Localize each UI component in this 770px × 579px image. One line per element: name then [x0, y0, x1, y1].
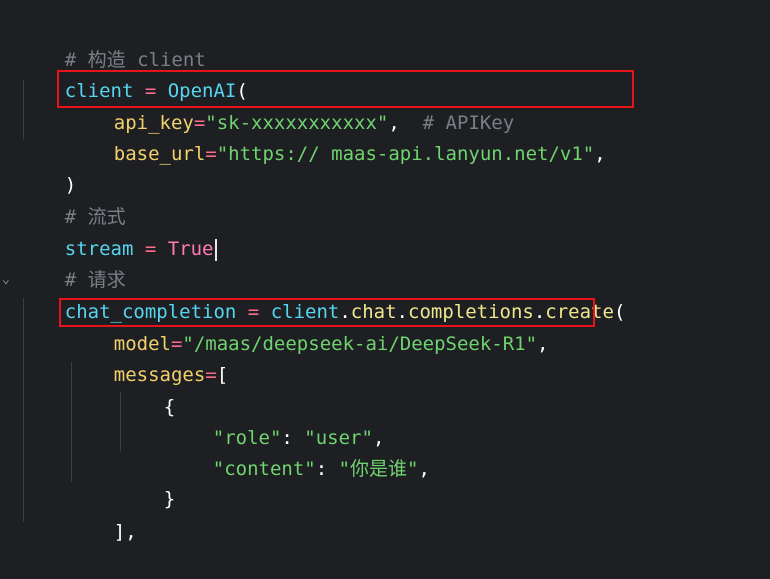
operator: =	[205, 364, 217, 386]
code-line-8: # 请求	[19, 234, 126, 291]
api-key-highlight-box	[57, 70, 634, 108]
code-line-12: {	[118, 361, 175, 418]
code-editor[interactable]: # 构造 client client = OpenAI( api_key="sk…	[0, 0, 770, 543]
code-line-1: # 构造 client	[19, 14, 206, 71]
code-line-14: "content": "你是谁",	[167, 423, 430, 480]
code-line-7: stream = True	[19, 203, 217, 261]
code-line-4: base_url="https:// maas-api.lanyun.net/v…	[68, 108, 606, 165]
model-highlight-box	[59, 298, 595, 327]
punctuation: (	[613, 301, 626, 323]
text-cursor	[214, 238, 217, 261]
punctuation: [	[216, 364, 229, 386]
punctuation: ,	[418, 458, 430, 480]
punctuation: ,	[537, 333, 549, 355]
punctuation: ,	[594, 143, 606, 165]
punctuation: }	[163, 488, 176, 510]
parameter-name: base_url	[113, 143, 206, 165]
code-line-9: chat_completion = client.chat.completion…	[19, 266, 626, 323]
operator: =	[133, 238, 168, 260]
keyword: True	[167, 238, 214, 260]
code-line-13: "role": "user",	[167, 392, 385, 449]
code-line-16: ],	[68, 486, 137, 543]
code-line-15: }	[118, 453, 175, 510]
string-literal: "https:// maas-api.lanyun.net/v1"	[216, 143, 595, 165]
code-line-5: )	[19, 139, 76, 196]
dict-key: "content"	[212, 458, 316, 480]
code-line-6: # 流式	[19, 171, 126, 228]
code-line-11: messages=[	[68, 329, 228, 386]
string-literal: "/maas/deepseek-ai/DeepSeek-R1"	[182, 333, 538, 355]
punctuation: :	[315, 458, 339, 480]
punctuation: ],	[113, 521, 137, 543]
chevron-down-icon[interactable]: ⌄	[2, 272, 10, 287]
operator: =	[205, 143, 217, 165]
string-literal: "你是谁"	[338, 458, 419, 480]
